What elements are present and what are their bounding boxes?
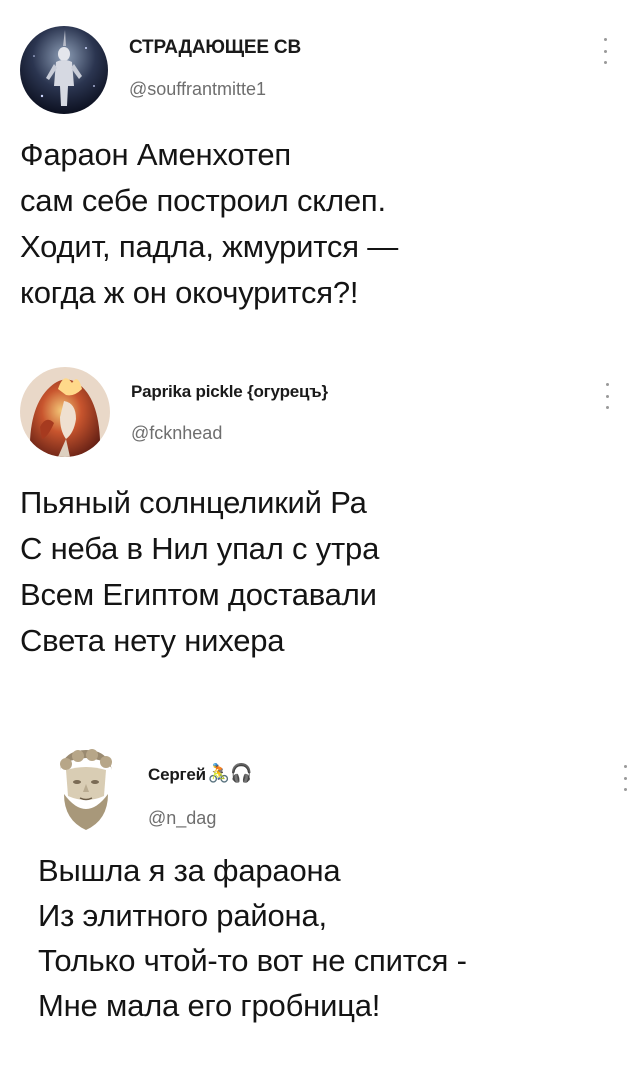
author-name[interactable]: Paprika pickle {огурецъ} bbox=[131, 382, 328, 402]
author-name-text: Сергей bbox=[148, 765, 206, 784]
more-options-icon[interactable] bbox=[620, 765, 630, 791]
author-name[interactable]: СТРАДАЮЩЕЕ СВ bbox=[129, 37, 301, 59]
tweet-line: С неба в Нил упал с утра bbox=[20, 531, 380, 566]
cyclist-headphones-emoji-icon: 🚴🎧 bbox=[207, 763, 253, 783]
author-handle[interactable]: @n_dag bbox=[148, 808, 216, 829]
avatar[interactable] bbox=[20, 26, 108, 114]
fire-head-avatar-icon bbox=[20, 367, 110, 457]
tweet-line: Вышла я за фараона bbox=[38, 853, 341, 888]
tweet-line: Света нету нихера bbox=[20, 623, 285, 658]
author-handle[interactable]: @souffrantmitte1 bbox=[129, 79, 266, 100]
tweet-line: когда ж он окочурится?! bbox=[20, 275, 359, 310]
tweet-text: Вышла я за фараона Из элитного района, Т… bbox=[38, 848, 467, 1028]
more-options-icon[interactable] bbox=[602, 383, 612, 409]
tweet-line: Фараон Аменхотеп bbox=[20, 137, 292, 172]
tweet-text: Фараон Аменхотеп сам себе построил склеп… bbox=[20, 132, 398, 316]
tweet-line: Ходит, падла, жмурится — bbox=[20, 229, 399, 264]
tweet-line: Мне мала его гробница! bbox=[38, 988, 381, 1023]
author-handle[interactable]: @fcknhead bbox=[131, 423, 222, 444]
avatar[interactable] bbox=[46, 744, 126, 834]
tweet-text: Пьяный солнцеликий Ра С неба в Нил упал … bbox=[20, 480, 379, 664]
author-name[interactable]: Сергей 🚴🎧 bbox=[148, 763, 253, 785]
bust-sculpture-avatar-icon bbox=[46, 744, 126, 834]
statue-figure-avatar-icon bbox=[20, 26, 108, 114]
tweet-line: Только чтой-то вот не спится - bbox=[38, 943, 467, 978]
tweet-line: Из элитного района, bbox=[38, 898, 327, 933]
avatar[interactable] bbox=[20, 367, 110, 457]
tweet-line: сам себе построил склеп. bbox=[20, 183, 386, 218]
tweet-line: Всем Египтом доставали bbox=[20, 577, 377, 612]
tweet-line: Пьяный солнцеликий Ра bbox=[20, 485, 367, 520]
more-options-icon[interactable] bbox=[600, 38, 610, 64]
